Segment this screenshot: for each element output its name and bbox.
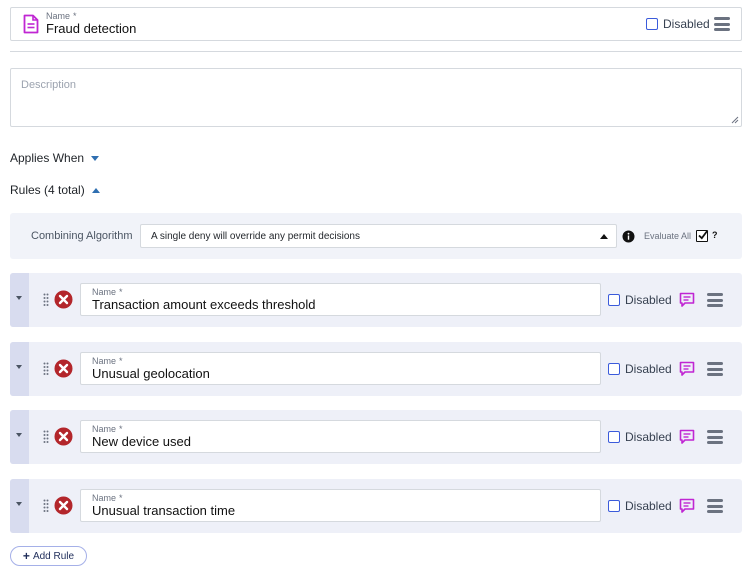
description-textarea[interactable]: Description <box>10 68 742 127</box>
applies-when-toggle[interactable]: Applies When <box>10 151 100 165</box>
policy-menu-icon[interactable] <box>714 17 730 31</box>
rule-name-label: Name * <box>92 356 123 366</box>
deny-effect-icon[interactable] <box>54 290 73 309</box>
deny-effect-icon[interactable] <box>54 359 73 378</box>
rule-name-field[interactable]: Name * Transaction amount exceeds thresho… <box>80 283 601 316</box>
rule-name-label: Name * <box>92 287 123 297</box>
rule-disabled-label: Disabled <box>625 430 672 444</box>
rule-name-field[interactable]: Name * Unusual transaction time <box>80 489 601 522</box>
policy-name-input[interactable]: Fraud detection <box>46 21 136 36</box>
policy-name-label: Name * <box>46 11 77 21</box>
rule-name-input[interactable]: Unusual transaction time <box>92 503 235 518</box>
comment-icon[interactable] <box>679 429 695 445</box>
add-rule-button[interactable]: + Add Rule <box>10 546 87 566</box>
chevron-down-icon <box>91 156 100 162</box>
combining-algorithm-panel: Combining Algorithm A single deny will o… <box>10 213 742 259</box>
rule-menu-icon[interactable] <box>707 293 723 307</box>
rule-disabled-label: Disabled <box>625 293 672 307</box>
rule-menu-icon[interactable] <box>707 499 723 513</box>
combining-algorithm-value: A single deny will override any permit d… <box>151 231 360 242</box>
drag-handle-icon[interactable] <box>43 362 49 376</box>
drag-handle-icon[interactable] <box>43 499 49 513</box>
chevron-down-icon <box>16 365 22 369</box>
comment-icon[interactable] <box>679 361 695 377</box>
evaluate-all-label: Evaluate All <box>644 231 692 241</box>
rule-disabled-label: Disabled <box>625 362 672 376</box>
rule-disabled-checkbox[interactable] <box>608 363 620 375</box>
document-icon <box>23 14 39 34</box>
comment-icon[interactable] <box>679 498 695 514</box>
policy-disabled-checkbox[interactable] <box>646 18 658 30</box>
rule-menu-icon[interactable] <box>707 430 723 444</box>
rule-disabled-checkbox[interactable] <box>608 294 620 306</box>
rule-name-input[interactable]: Transaction amount exceeds threshold <box>92 297 316 312</box>
drag-handle-icon[interactable] <box>43 430 49 444</box>
rule-name-field[interactable]: Name * Unusual geolocation <box>80 352 601 385</box>
deny-effect-icon[interactable] <box>54 427 73 446</box>
select-arrow-icon <box>600 234 608 239</box>
description-placeholder: Description <box>21 79 77 91</box>
add-rule-label: Add Rule <box>32 550 75 562</box>
rule-card: Name * Unusual transaction time Disabled <box>10 479 742 533</box>
rule-name-input[interactable]: New device used <box>92 434 191 449</box>
rule-menu-icon[interactable] <box>707 362 723 376</box>
rule-disabled-label: Disabled <box>625 499 672 513</box>
policy-name-bar: Name * Fraud detection Disabled <box>10 7 742 41</box>
info-icon[interactable] <box>622 230 635 243</box>
plus-icon: + <box>22 549 30 563</box>
chevron-down-icon <box>16 296 22 300</box>
policy-disabled-label: Disabled <box>663 17 710 31</box>
combining-algorithm-select[interactable]: A single deny will override any permit d… <box>140 224 617 248</box>
applies-when-label: Applies When <box>10 151 85 165</box>
evaluate-all-checkbox[interactable] <box>696 229 709 242</box>
combining-algorithm-label: Combining Algorithm <box>31 230 133 242</box>
rule-name-field[interactable]: Name * New device used <box>80 420 601 453</box>
rule-disabled-checkbox[interactable] <box>608 500 620 512</box>
rules-label: Rules (4 total) <box>10 183 85 197</box>
rule-card: Name * Transaction amount exceeds thresho… <box>10 273 742 327</box>
help-icon[interactable]: ? <box>712 230 718 240</box>
rule-expand-toggle[interactable] <box>10 273 29 327</box>
chevron-down-icon <box>16 502 22 506</box>
rule-card: Name * New device used Disabled <box>10 410 742 464</box>
rule-expand-toggle[interactable] <box>10 479 29 533</box>
chevron-up-icon <box>91 188 100 194</box>
checkmark-icon <box>698 229 709 240</box>
rule-name-input[interactable]: Unusual geolocation <box>92 366 210 381</box>
deny-effect-icon[interactable] <box>54 496 73 515</box>
rule-expand-toggle[interactable] <box>10 342 29 396</box>
rule-card: Name * Unusual geolocation Disabled <box>10 342 742 396</box>
chevron-down-icon <box>16 433 22 437</box>
resize-grip-icon[interactable] <box>731 116 739 124</box>
drag-handle-icon[interactable] <box>43 293 49 307</box>
rule-expand-toggle[interactable] <box>10 410 29 464</box>
rule-name-label: Name * <box>92 424 123 434</box>
rule-disabled-checkbox[interactable] <box>608 431 620 443</box>
rule-name-label: Name * <box>92 493 123 503</box>
rules-toggle[interactable]: Rules (4 total) <box>10 183 100 197</box>
divider <box>10 51 742 52</box>
comment-icon[interactable] <box>679 292 695 308</box>
